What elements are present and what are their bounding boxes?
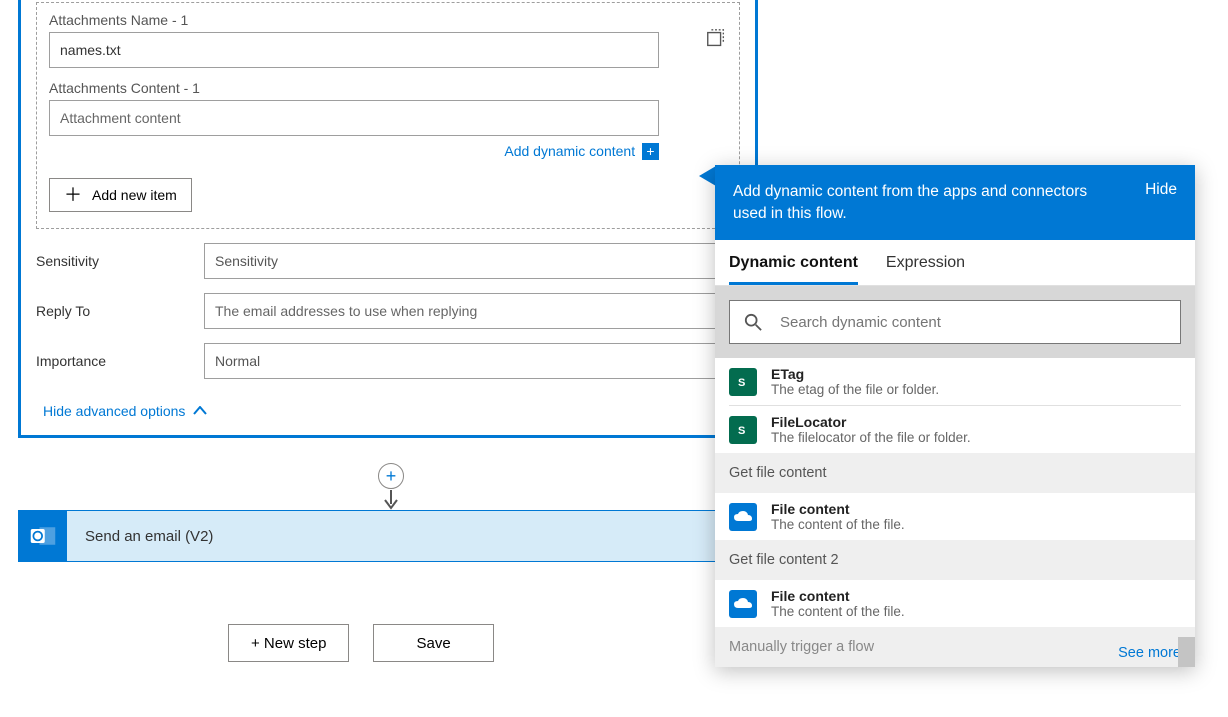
dynamic-content-search-area	[715, 286, 1195, 358]
dc-section-manual-trigger: Manually trigger a flow See more	[715, 627, 1195, 667]
importance-select[interactable]: Normal	[204, 343, 740, 379]
dc-section-get-file-content-2: Get file content 2	[715, 540, 1195, 580]
dc-item-desc: The content of the file.	[771, 517, 905, 532]
importance-label: Importance	[36, 353, 204, 369]
onedrive-icon	[729, 503, 757, 531]
save-button[interactable]: Save	[373, 624, 493, 662]
hide-advanced-label: Hide advanced options	[43, 403, 185, 419]
svg-text:S: S	[738, 377, 745, 389]
new-step-button[interactable]: + New step	[228, 624, 349, 662]
insert-step-button[interactable]: +	[378, 463, 404, 489]
dc-item-file-content-1[interactable]: File content The content of the file.	[715, 493, 1195, 540]
scrollbar-thumb[interactable]	[1178, 637, 1195, 667]
search-icon	[744, 313, 762, 331]
arrow-down-icon	[384, 490, 398, 510]
dc-item-desc: The filelocator of the file or folder.	[771, 430, 971, 445]
add-dynamic-content-link[interactable]: Add dynamic content	[504, 143, 635, 159]
see-more-link[interactable]: See more	[1118, 645, 1181, 661]
dc-item-desc: The content of the file.	[771, 604, 905, 619]
importance-row: Importance Normal	[21, 343, 755, 379]
hide-panel-link[interactable]: Hide	[1145, 181, 1177, 224]
tab-expression[interactable]: Expression	[886, 254, 965, 285]
attachment-content-label: Attachments Content - 1	[49, 80, 727, 96]
dynamic-content-search[interactable]	[729, 300, 1181, 344]
replyto-label: Reply To	[36, 303, 204, 319]
dc-item-title: File content	[771, 501, 905, 517]
search-input[interactable]	[778, 313, 1166, 332]
dc-section-get-file-content: Get file content	[715, 453, 1195, 493]
sensitivity-value: Sensitivity	[215, 253, 278, 269]
dc-item-file-content-2[interactable]: File content The content of the file.	[715, 580, 1195, 627]
dc-item-filelocator[interactable]: S FileLocator The filelocator of the fil…	[715, 406, 1195, 453]
outlook-icon	[19, 510, 67, 562]
add-dynamic-plus-icon[interactable]: +	[642, 143, 659, 160]
switch-to-array-icon[interactable]	[705, 28, 727, 50]
dc-item-title: File content	[771, 588, 905, 604]
sensitivity-select[interactable]: Sensitivity	[204, 243, 740, 279]
dynamic-content-list: ▴ S ETag The etag of the file or folder.…	[715, 358, 1195, 667]
add-dynamic-content-row: Add dynamic content +	[49, 142, 659, 160]
svg-text:S: S	[738, 425, 745, 437]
dc-item-title: FileLocator	[771, 414, 971, 430]
plus-icon: ＋	[64, 186, 82, 204]
sharepoint-icon: S	[729, 416, 757, 444]
attachments-group: Attachments Name - 1 Attachments Content…	[36, 2, 740, 229]
onedrive-icon	[729, 590, 757, 618]
action-card: Attachments Name - 1 Attachments Content…	[18, 0, 758, 438]
callout-pointer	[699, 166, 716, 186]
importance-value: Normal	[215, 353, 260, 369]
dc-item-etag[interactable]: S ETag The etag of the file or folder.	[715, 358, 1195, 405]
replyto-row: Reply To	[21, 293, 755, 329]
sensitivity-label: Sensitivity	[36, 253, 204, 269]
add-new-item-label: Add new item	[92, 187, 177, 203]
replyto-input[interactable]	[204, 293, 740, 329]
attachment-content-input[interactable]	[49, 100, 659, 136]
hide-advanced-options-link[interactable]: Hide advanced options	[43, 403, 207, 419]
dc-item-title: ETag	[771, 366, 939, 382]
footer-buttons: + New step Save	[228, 624, 494, 662]
dynamic-content-panel: Add dynamic content from the apps and co…	[715, 165, 1195, 667]
sharepoint-icon: S	[729, 368, 757, 396]
tab-dynamic-content[interactable]: Dynamic content	[729, 254, 858, 285]
attachment-name-label: Attachments Name - 1	[49, 12, 727, 28]
dynamic-content-header: Add dynamic content from the apps and co…	[715, 165, 1195, 240]
dynamic-content-tabs: Dynamic content Expression	[715, 240, 1195, 286]
chevron-up-icon	[193, 406, 207, 416]
send-email-action[interactable]: Send an email (V2)	[18, 510, 758, 562]
send-email-title: Send an email (V2)	[85, 528, 213, 545]
attachment-name-input[interactable]	[49, 32, 659, 68]
dc-section-label: Manually trigger a flow	[729, 639, 874, 655]
dynamic-content-header-text: Add dynamic content from the apps and co…	[733, 181, 1093, 224]
add-new-item-button[interactable]: ＋ Add new item	[49, 178, 192, 212]
sensitivity-row: Sensitivity Sensitivity	[21, 243, 755, 279]
dc-item-desc: The etag of the file or folder.	[771, 382, 939, 397]
